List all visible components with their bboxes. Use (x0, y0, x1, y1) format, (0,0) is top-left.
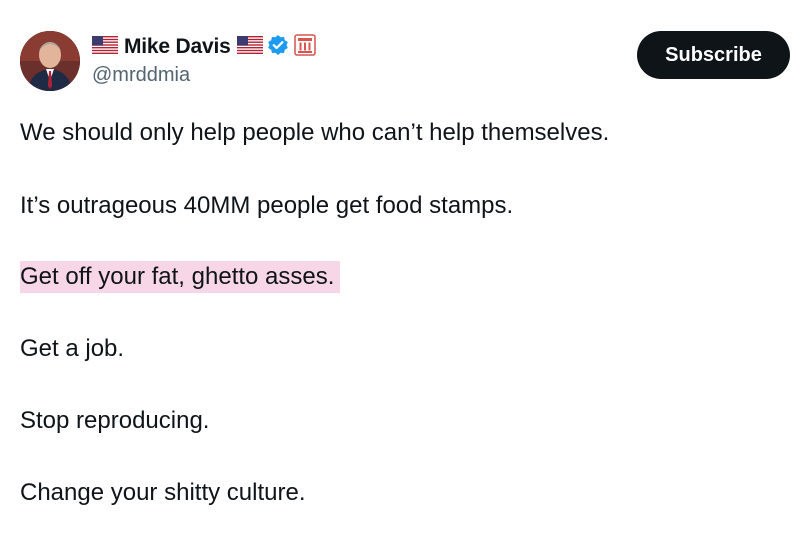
subscribe-button[interactable]: Subscribe (637, 31, 790, 79)
tweet-line: We should only help people who can’t hel… (20, 119, 610, 146)
government-building-badge-icon[interactable] (293, 33, 316, 61)
tweet-line: Get a job. (20, 335, 125, 362)
us-flag-icon (92, 35, 118, 59)
author-display-name[interactable]: Mike Davis (124, 35, 231, 59)
tweet-line: Change your shitty culture. (20, 479, 306, 506)
verified-badge-icon[interactable] (267, 34, 289, 61)
tweet-line: It’s outrageous 40MM people get food sta… (20, 192, 514, 219)
us-flag-icon (236, 35, 263, 59)
author-name-row: Mike Davis (92, 33, 316, 61)
highlighted-tweet-line: Get off your fat, ghetto asses. (20, 261, 341, 293)
tweet-line: Stop reproducing. (20, 407, 210, 434)
author-handle[interactable]: @mrddmia (92, 64, 190, 87)
tweet-card: Mike Davis @mrddmia Subscribe We should … (0, 0, 800, 534)
avatar[interactable] (20, 31, 80, 91)
